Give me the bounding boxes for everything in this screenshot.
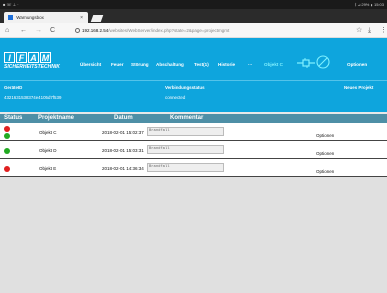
comment-field[interactable]: Brandfall [147, 145, 224, 154]
new-tab-button[interactable] [90, 15, 104, 22]
tab-close-icon[interactable]: × [80, 15, 83, 21]
status-ok-icon [4, 148, 10, 154]
menu-icon[interactable]: ⋮ [380, 27, 387, 34]
status-alarm-icon [4, 126, 10, 132]
status-ok-icon [4, 133, 10, 139]
project-table-body: Objekt C 2018-02-01 15:02:37 Brandfall O… [0, 123, 387, 177]
status-icons-left: ■ ☏ ⊥ · [3, 2, 19, 7]
browser-tab[interactable]: Warnungsbox × [4, 12, 88, 23]
table-row[interactable]: Objekt E 2018-02-01 14:36:34 Brandfall O… [0, 159, 387, 177]
status-alarm-icon [4, 166, 10, 172]
nav-objekt-c[interactable]: Objekt C [264, 62, 283, 67]
column-kommentar: Kommentar [170, 115, 204, 121]
back-icon[interactable]: ← [20, 27, 27, 34]
column-datum: Datum [114, 115, 133, 121]
connection-status-value: connected [165, 95, 186, 100]
reload-icon[interactable]: C [50, 27, 55, 34]
device-id-label: GeräteID [4, 85, 23, 90]
row-options-button[interactable]: Optionen [316, 151, 334, 156]
download-icon[interactable]: ⤓ [368, 27, 371, 34]
connection-plug-icon[interactable] [296, 57, 316, 69]
status-icons-right: ᛒ ⊿ 29% ▮ 15:03 [354, 2, 384, 7]
address-bar[interactable]: 192.168.2.54/websites/WebServer/index.ph… [75, 26, 350, 35]
bookmark-star-icon[interactable]: ☆ [356, 27, 362, 34]
info-icon[interactable] [75, 28, 80, 33]
browser-toolbar: ⌂ ← → C 192.168.2.54/websites/WebServer/… [0, 23, 387, 38]
disabled-icon[interactable] [316, 55, 330, 69]
project-table-header: Status Projektname Datum Kommentar [0, 114, 387, 123]
column-projektname: Projektname [38, 115, 75, 121]
logo-letter: A [28, 52, 39, 63]
table-row[interactable]: Objekt D 2018-02-01 15:03:31 Brandfall O… [0, 141, 387, 159]
new-project-button[interactable]: Neues Projekt [344, 85, 373, 90]
ifam-logo: I F A M SICHERHEITSTECHNIK [4, 52, 76, 70]
nav-stoerung[interactable]: Störung [131, 62, 149, 67]
options-button[interactable]: Optionen [347, 62, 367, 67]
nav-more[interactable]: ··· [248, 62, 253, 67]
row-options-button[interactable]: Optionen [316, 169, 334, 174]
nav-abschaltung[interactable]: Abschaltung [156, 62, 184, 67]
project-name: Objekt E [39, 166, 57, 171]
project-date: 2018-02-01 15:03:31 [102, 148, 144, 153]
device-id-value: 4321631538374e4105d7f539 [4, 95, 62, 100]
row-options-button[interactable]: Optionen [316, 133, 334, 138]
comment-field[interactable]: Brandfall [147, 127, 224, 136]
url-path: /websites/WebServer/index.php?state=2&pa… [108, 28, 230, 33]
project-name: Objekt D [39, 148, 57, 153]
forward-icon[interactable]: → [35, 27, 42, 34]
url-host: 192.168.2.54 [82, 28, 109, 33]
logo-letter: F [16, 52, 27, 63]
connection-status-label: Verbindungsstatus [165, 85, 205, 90]
nav-historie[interactable]: Historie [218, 62, 235, 67]
nav-test[interactable]: Test(1) [194, 62, 209, 67]
logo-letter: I [4, 52, 15, 63]
nav-uebersicht[interactable]: Übersicht [80, 62, 101, 67]
table-row[interactable]: Objekt C 2018-02-01 15:02:37 Brandfall O… [0, 123, 387, 141]
project-name: Objekt C [39, 130, 57, 135]
page-footer-area [0, 177, 387, 293]
home-icon[interactable]: ⌂ [5, 27, 9, 34]
nav-feuer[interactable]: Feuer [111, 62, 124, 67]
tab-title: Warnungsbox [16, 15, 44, 20]
browser-tab-strip: Warnungsbox × [0, 9, 387, 23]
android-status-bar: ■ ☏ ⊥ · ᛒ ⊿ 29% ▮ 15:03 [0, 0, 387, 9]
device-info-bar: GeräteID 4321631538374e4105d7f539 Verbin… [0, 80, 387, 112]
column-status: Status [4, 115, 23, 121]
project-date: 2018-02-01 14:36:34 [102, 166, 144, 171]
favicon-icon [8, 15, 13, 20]
project-date: 2018-02-01 15:02:37 [102, 130, 144, 135]
logo-subtitle: SICHERHEITSTECHNIK [4, 64, 60, 70]
comment-field[interactable]: Brandfall [147, 163, 224, 172]
logo-letter: M [40, 52, 51, 63]
